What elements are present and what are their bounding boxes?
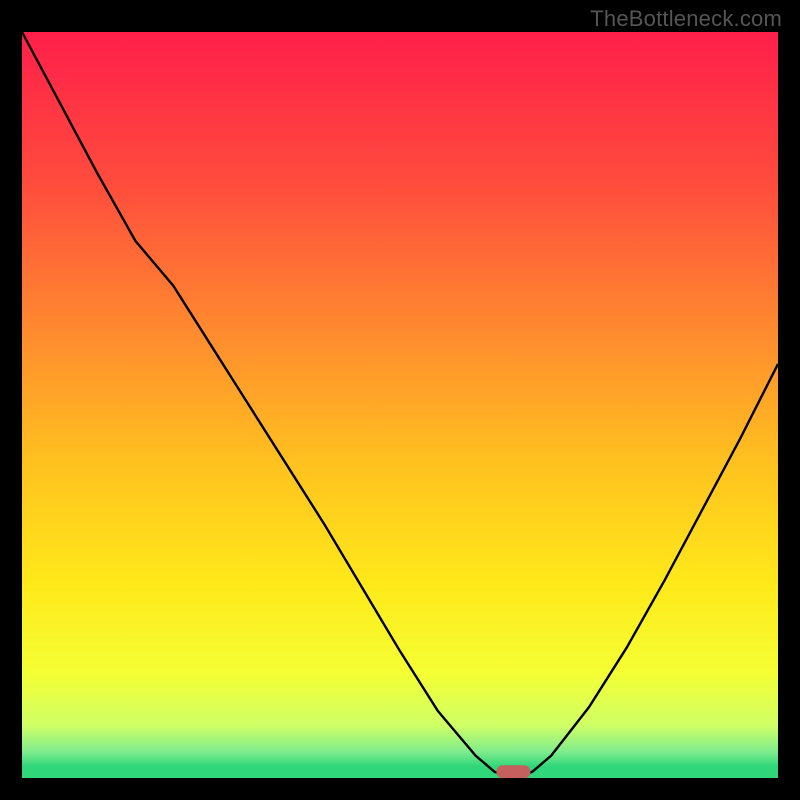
watermark-text: TheBottleneck.com [590, 6, 782, 32]
chart-svg [22, 32, 778, 778]
plot-area [22, 32, 778, 778]
chart-frame: TheBottleneck.com [0, 0, 800, 800]
gradient-background [22, 32, 778, 778]
optimal-marker [496, 765, 530, 778]
